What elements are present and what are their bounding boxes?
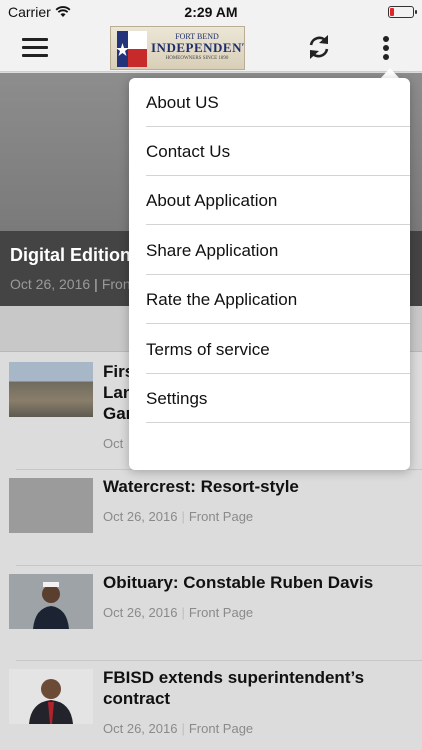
menu-item-about-application[interactable]: About Application (146, 176, 410, 225)
article-date: Oct 26, 2016 (103, 509, 178, 524)
menu-item-about-us[interactable]: About US (146, 78, 410, 127)
overflow-menu: About US Contact Us About Application Sh… (129, 78, 410, 470)
more-vertical-icon[interactable] (376, 32, 396, 64)
nav-bar: FORT BEND INDEPENDENT HOMEOWNERS SINCE 1… (0, 24, 422, 72)
article-category: Front Page (188, 605, 254, 620)
article-thumbnail (9, 478, 93, 533)
article-category: Front Page (188, 509, 254, 524)
article-thumbnail (9, 574, 93, 629)
article-thumbnail (9, 362, 93, 417)
battery-icon (388, 6, 417, 18)
newspaper-logo: FORT BEND INDEPENDENT HOMEOWNERS SINCE 1… (110, 26, 245, 70)
featured-category: Fron (101, 276, 131, 292)
article-meta: Oct 26, 2016 | Front Page (103, 509, 254, 524)
article-title: Obituary: Constable Ruben Davis (103, 573, 374, 592)
status-bar: Carrier 2:29 AM (0, 0, 422, 24)
article-item[interactable]: Watercrest: Resort-style Oct 26, 2016 | Fr… (0, 470, 422, 565)
article-date: Oct 26, 2016 (103, 721, 178, 736)
article-item[interactable]: FBISD extends superintendent’s contract … (0, 661, 422, 750)
menu-item-rate-application[interactable]: Rate the Application (146, 275, 410, 324)
article-category: Front Page (188, 721, 254, 736)
menu-item-terms-of-service[interactable]: Terms of service (146, 325, 410, 374)
article-title: Watercrest: Resort-style (103, 477, 299, 496)
texas-flag-icon (117, 31, 147, 67)
article-thumbnail (9, 669, 93, 724)
article-date: Oct (103, 436, 124, 451)
clock: 2:29 AM (184, 4, 238, 20)
featured-date: Oct 26, 2016 (10, 276, 91, 292)
menu-item-settings[interactable]: Settings (146, 374, 410, 423)
logo-text: FORT BEND INDEPENDENT HOMEOWNERS SINCE 1… (151, 32, 245, 62)
article-meta: Oct 26, 2016 | Front Page (103, 721, 254, 736)
article-date: Oct 26, 2016 (103, 605, 178, 620)
article-meta: Oct 26, 2016 | Front Page (103, 605, 254, 620)
battery-level (390, 8, 395, 16)
hamburger-icon[interactable] (22, 38, 48, 58)
article-item[interactable]: Obituary: Constable Ruben Davis Oct 26, … (0, 566, 422, 660)
menu-item-contact-us[interactable]: Contact Us (146, 127, 410, 176)
portrait-placeholder (9, 669, 93, 724)
portrait-placeholder (9, 574, 93, 629)
refresh-icon[interactable] (304, 32, 334, 62)
article-title: FBISD extends superintendent’s contract (103, 668, 365, 708)
menu-item-share-application[interactable]: Share Application (146, 226, 410, 275)
